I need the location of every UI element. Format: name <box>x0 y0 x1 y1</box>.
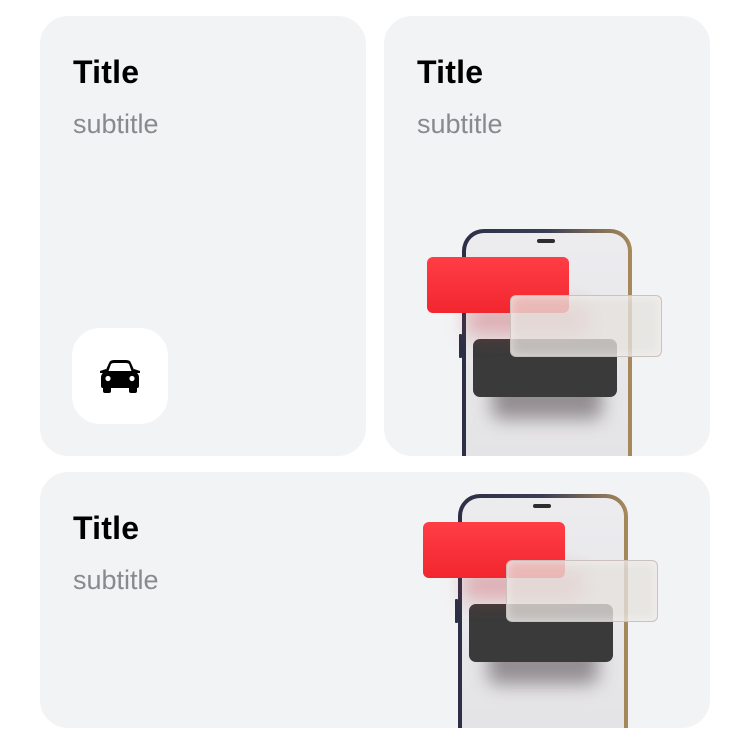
card-phone[interactable]: Title subtitle <box>384 16 710 456</box>
card-subtitle: subtitle <box>73 109 159 139</box>
card-subtitle: subtitle <box>73 565 159 595</box>
card-title: Title <box>73 54 140 90</box>
card-title: Title <box>417 54 484 90</box>
card-title: Title <box>73 510 140 546</box>
card-phone-wide[interactable]: Title subtitle <box>40 472 710 728</box>
icon-tile <box>72 328 168 424</box>
car-icon <box>100 360 140 393</box>
card-subtitle: subtitle <box>417 109 503 139</box>
card-car[interactable]: Title subtitle <box>40 16 366 456</box>
